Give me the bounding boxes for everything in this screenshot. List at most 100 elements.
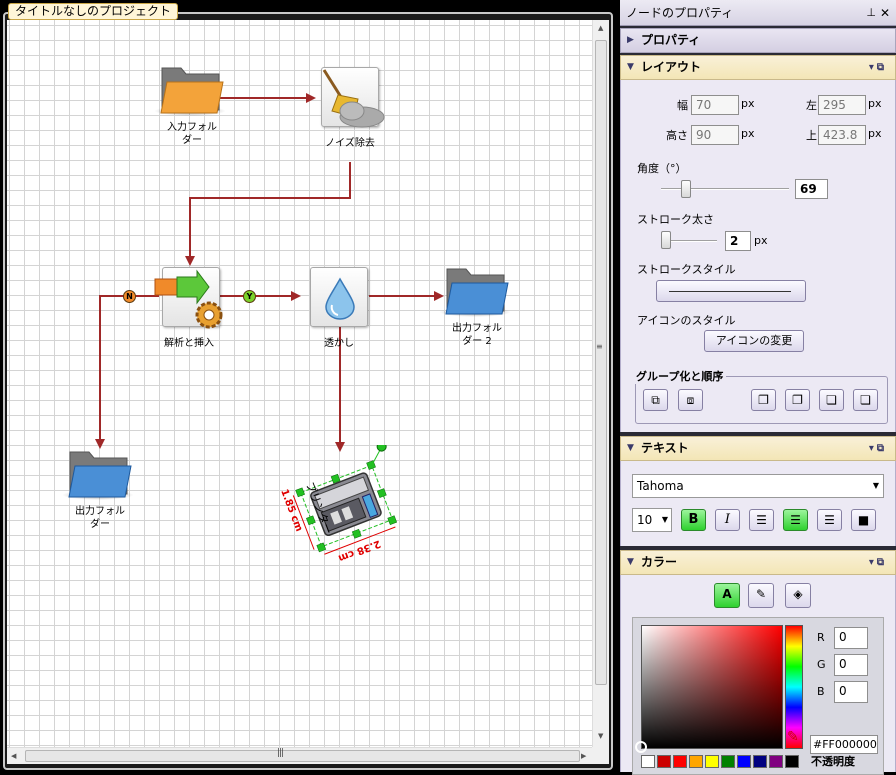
left-field[interactable]: 295 [818,95,866,115]
top-field[interactable]: 423.8 [818,125,866,145]
panel-title-bar: ノードのプロパティ ⊥ ✕ [620,0,896,26]
document-window: タイトルなしのプロジェクト N Y 入力フォル ダー ノイズ除去 解析と挿入 透… [0,0,617,772]
section-properties-header[interactable]: ▶ プロパティ [620,28,896,53]
node-noise-removal[interactable]: ノイズ除去 [310,65,390,155]
align-right-icon[interactable]: ☰ [817,509,842,531]
folder-blue-icon [68,451,132,498]
yes-branch-badge: Y [243,290,256,303]
italic-button[interactable]: I [715,509,740,531]
section-color-header[interactable]: ▼ カラー ▾⧉ [620,550,896,575]
stroke-style-button[interactable] [656,280,806,302]
height-field[interactable]: 90 [691,125,739,145]
node-output-folder[interactable]: 出力フォル ダー [60,448,140,538]
send-to-back-icon[interactable]: ❏ [853,389,878,411]
node-watermark[interactable]: 透かし [299,265,379,355]
diagram-canvas[interactable]: N Y 入力フォル ダー ノイズ除去 解析と挿入 透かし 出力フォル ダー 2 … [7,20,592,747]
section-layout-header[interactable]: ▼ レイアウト ▾⧉ [620,55,896,80]
bold-button[interactable]: B [681,509,706,531]
color-swatch[interactable] [705,755,719,768]
color-picker-handle[interactable] [635,741,647,753]
color-swatch[interactable] [737,755,751,768]
connector-noise-to-parse [185,162,351,266]
font-select[interactable]: Tahoma ▼ [632,474,884,498]
parse-insert-label: 解析と挿入 [164,338,214,349]
section-text-body: Tahoma ▼ 10 ▼ B I ☰ ☰ ☰ ■ [620,461,896,546]
undock-icon[interactable]: ▾⧉ [869,551,887,574]
close-icon[interactable]: ✕ [880,0,890,26]
horizontal-scrollbar[interactable]: ◀ ||| ▶ [7,747,592,764]
vertical-scroll-thumb[interactable] [595,40,607,685]
node-printer[interactable]: プリンター 1.85 cm 2.38 cm [277,445,417,575]
text-color-icon[interactable]: A [714,583,740,608]
collapse-icon: ▼ [627,443,634,453]
eyedropper-icon[interactable]: ✎ [787,729,799,745]
stroke-color-icon[interactable]: ✎ [748,583,774,608]
width-field[interactable]: 70 [691,95,739,115]
color-swatch[interactable] [657,755,671,768]
undock-icon[interactable]: ▾⧉ [869,56,887,79]
unit-label: px [868,97,882,110]
color-swatch[interactable] [769,755,783,768]
height-label: 高さ [666,129,688,142]
output-folder-label: 出力フォル ダー [75,506,125,530]
color-swatch[interactable] [673,755,687,768]
scroll-right-arrow[interactable]: ▶ [581,752,586,760]
scroll-corner [592,747,609,764]
no-branch-badge: N [123,290,136,303]
node-input-folder[interactable]: 入力フォル ダー [152,64,232,154]
watermark-label: 透かし [324,338,354,349]
section-text-header[interactable]: ▼ テキスト ▾⧉ [620,436,896,461]
b-label: B [817,685,825,698]
section-layout-body: 幅 70 px 左 295 px 高さ 90 px 上 423.8 px 角度（… [620,80,896,432]
opacity-label: 不透明度 [811,755,855,768]
section-layout-label: レイアウト [641,60,702,74]
scroll-down-arrow[interactable]: ▼ [598,732,603,740]
hex-field[interactable]: #FF000000 [810,735,878,754]
horizontal-scroll-thumb[interactable] [25,750,580,762]
collapse-icon: ▼ [627,557,634,567]
color-swatch[interactable] [753,755,767,768]
section-color-label: カラー [641,555,678,569]
change-icon-button[interactable]: アイコンの変更 [704,330,804,352]
b-field[interactable]: 0 [834,681,868,703]
r-field[interactable]: 0 [834,627,868,649]
broom-cloud-icon [322,69,385,128]
font-size-select[interactable]: 10 ▼ [632,508,672,532]
send-backward-icon[interactable]: ❏ [819,389,844,411]
justify-icon[interactable]: ■ [851,509,876,531]
g-field[interactable]: 0 [834,654,868,676]
saturation-value-picker[interactable] [641,625,783,749]
node-parse-insert[interactable]: 解析と挿入 [149,265,229,355]
bring-to-front-icon[interactable]: ❐ [751,389,776,411]
group-icon[interactable]: ⧉ [643,389,668,411]
angle-field[interactable]: 69 [795,179,828,199]
fill-color-icon[interactable]: ◈ [785,583,811,608]
color-swatch[interactable] [689,755,703,768]
color-palette [641,755,806,772]
scroll-left-arrow[interactable]: ◀ [11,752,16,760]
g-label: G [817,658,826,671]
chevron-down-icon: ▼ [661,515,668,524]
section-properties-label: プロパティ [641,33,701,47]
ungroup-icon[interactable]: ⧈ [678,389,703,411]
undock-icon[interactable]: ▾⧉ [869,437,887,460]
output-folder-2-label: 出力フォル ダー 2 [452,323,502,347]
properties-panel: ノードのプロパティ ⊥ ✕ ▶ プロパティ ▼ レイアウト ▾⧉ 幅 70 px… [620,0,896,775]
color-swatch[interactable] [641,755,655,768]
top-label: 上 [806,129,817,142]
water-drop-icon [325,277,355,320]
scroll-up-arrow[interactable]: ▲ [598,24,603,32]
bring-forward-icon[interactable]: ❐ [785,389,810,411]
vertical-scrollbar[interactable]: ▲ ≡ ▼ [592,20,609,747]
pin-icon[interactable]: ⊥ [866,0,876,26]
document-tab[interactable]: タイトルなしのプロジェクト [8,3,179,20]
align-center-icon[interactable]: ☰ [783,509,808,531]
align-left-icon[interactable]: ☰ [749,509,774,531]
color-swatch[interactable] [721,755,735,768]
stroke-width-field[interactable]: 2 [725,231,751,251]
node-output-folder-2[interactable]: 出力フォル ダー 2 [437,265,517,355]
stroke-width-slider-thumb[interactable] [661,231,671,249]
angle-slider-thumb[interactable] [681,180,691,198]
unit-label: px [754,234,768,247]
color-swatch[interactable] [785,755,799,768]
